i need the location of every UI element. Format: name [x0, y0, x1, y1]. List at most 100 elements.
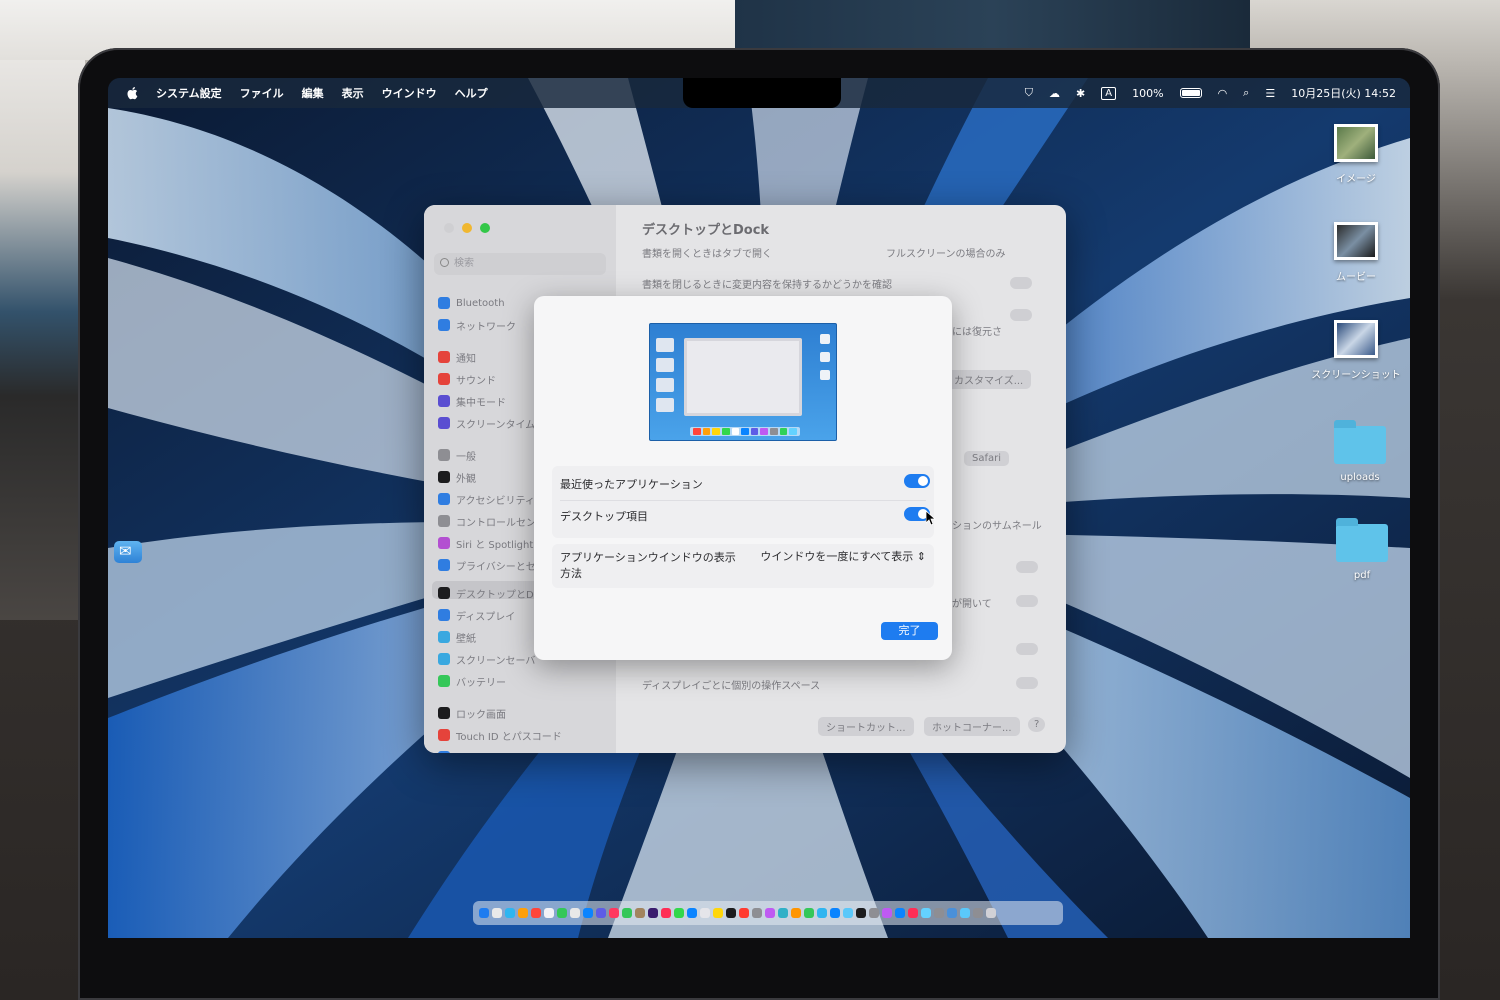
bluetooth-icon[interactable]: ✱ — [1076, 87, 1085, 100]
sidebar-item[interactable]: 壁紙 — [438, 629, 476, 645]
sidebar-item[interactable]: Bluetooth — [438, 295, 505, 311]
recent-apps-toggle[interactable] — [904, 474, 930, 488]
dock-app-icon[interactable] — [804, 908, 814, 918]
sidebar-item[interactable]: 外観 — [438, 469, 476, 485]
sidebar-item[interactable]: スクリーンタイム — [438, 415, 535, 431]
sidebar-item[interactable]: Touch ID とパスコード — [438, 727, 562, 743]
help-button[interactable]: ? — [1028, 717, 1046, 732]
close-button[interactable] — [444, 223, 454, 233]
dock-app-icon[interactable] — [674, 908, 684, 918]
dock-app-icon[interactable] — [609, 908, 619, 918]
default-browser-select[interactable]: Safari — [964, 451, 1010, 466]
dock-app-icon[interactable] — [908, 908, 918, 918]
hot-corners-button[interactable]: ホットコーナー... — [924, 717, 1020, 736]
pane-toggle-1[interactable] — [1016, 561, 1038, 573]
menu-help[interactable]: ヘルプ — [455, 85, 488, 101]
menu-view[interactable]: 表示 — [342, 85, 364, 101]
sidebar-item[interactable]: バッテリー — [438, 673, 506, 689]
done-button[interactable]: 完了 — [881, 622, 938, 640]
control-center-icon[interactable]: ☰ — [1265, 87, 1275, 100]
sidebar-item[interactable]: スクリーンセーバ — [438, 651, 535, 667]
minimize-button[interactable] — [462, 223, 472, 233]
apple-menu-icon[interactable] — [126, 86, 138, 100]
dock-app-icon[interactable] — [713, 908, 723, 918]
dock-app-icon[interactable] — [869, 908, 879, 918]
dock-app-icon[interactable] — [817, 908, 827, 918]
dock-app-icon[interactable] — [986, 908, 996, 918]
mail-icon[interactable] — [114, 541, 142, 563]
input-source-icon[interactable]: A — [1101, 86, 1117, 100]
sidebar-item[interactable]: 集中モード — [438, 393, 506, 409]
dock-app-icon[interactable] — [648, 908, 658, 918]
pane-toggle-2[interactable] — [1016, 595, 1038, 607]
dock-app-icon[interactable] — [934, 908, 944, 918]
dock-app-icon[interactable] — [635, 908, 645, 918]
dock-app-icon[interactable] — [544, 908, 554, 918]
window-display-select[interactable]: ウインドウを一度にすべて表示 ⇕ — [760, 548, 926, 564]
sidebar-search-field[interactable]: 検索 — [434, 253, 606, 275]
dock-app-icon[interactable] — [882, 908, 892, 918]
separate-spaces-toggle[interactable] — [1016, 677, 1038, 689]
dock-app-icon[interactable] — [778, 908, 788, 918]
dock-app-icon[interactable] — [791, 908, 801, 918]
dock-app-icon[interactable] — [700, 908, 710, 918]
desktop-icon-label: スクリーンショット — [1311, 370, 1401, 381]
restore-toggle[interactable] — [1010, 309, 1032, 321]
sidebar-item[interactable]: ユーザとグループ — [438, 749, 535, 753]
menu-window[interactable]: ウインドウ — [382, 85, 437, 101]
dock-app-icon[interactable] — [960, 908, 970, 918]
sidebar-item[interactable]: サウンド — [438, 371, 496, 387]
menu-clock[interactable]: 10月25日(火) 14:52 — [1291, 85, 1396, 101]
wifi-icon[interactable]: ◠ — [1218, 87, 1228, 100]
creative-cloud-icon[interactable]: ☁ — [1049, 87, 1060, 100]
search-icon[interactable]: ⌕ — [1243, 86, 1249, 100]
dock-app-icon[interactable] — [583, 908, 593, 918]
dock-app-icon[interactable] — [726, 908, 736, 918]
desktop-icon-uploads[interactable]: uploads — [1310, 420, 1410, 483]
shield-icon[interactable]: ⛉ — [1025, 86, 1033, 100]
sidebar-item[interactable]: ネットワーク — [438, 317, 516, 333]
desktop-icon-images[interactable]: イメージ — [1306, 124, 1406, 185]
dock-app-icon[interactable] — [479, 908, 489, 918]
dock-app-icon[interactable] — [518, 908, 528, 918]
dock-app-icon[interactable] — [947, 908, 957, 918]
desktop-icon-screenshots[interactable]: スクリーンショット — [1306, 320, 1406, 381]
sidebar-item[interactable]: アクセシビリティ — [438, 491, 535, 507]
dock-app-icon[interactable] — [687, 908, 697, 918]
menu-edit[interactable]: 編集 — [302, 85, 324, 101]
pane-toggle-3[interactable] — [1016, 643, 1038, 655]
dock-app-icon[interactable] — [765, 908, 775, 918]
sidebar-item[interactable]: ロック画面 — [438, 705, 506, 721]
dock-app-icon[interactable] — [921, 908, 931, 918]
dock-app-icon[interactable] — [492, 908, 502, 918]
close-confirm-toggle[interactable] — [1010, 277, 1032, 289]
dock-app-icon[interactable] — [531, 908, 541, 918]
sidebar-item[interactable]: ディスプレイ — [438, 607, 515, 623]
zoom-button[interactable] — [480, 223, 490, 233]
dock-app-icon[interactable] — [596, 908, 606, 918]
customize-button[interactable]: カスタマイズ... — [946, 370, 1032, 389]
sidebar-item[interactable]: 一般 — [438, 447, 476, 463]
menu-app-name[interactable]: システム設定 — [156, 85, 222, 101]
dock-app-icon[interactable] — [661, 908, 671, 918]
desktop-icon-movies[interactable]: ムービー — [1306, 222, 1406, 283]
dock-app-icon[interactable] — [570, 908, 580, 918]
shortcuts-button[interactable]: ショートカット... — [818, 717, 914, 736]
dock-app-icon[interactable] — [752, 908, 762, 918]
dock-app-icon[interactable] — [973, 908, 983, 918]
sidebar-item[interactable]: 通知 — [438, 349, 476, 365]
dock-app-icon[interactable] — [557, 908, 567, 918]
desktop-icon-pdf[interactable]: pdf — [1312, 518, 1410, 581]
search-icon — [440, 258, 449, 267]
pane-row-cut-value[interactable]: フルスクリーンの場合のみ — [886, 245, 1006, 260]
menu-file[interactable]: ファイル — [240, 85, 284, 101]
dock-app-icon[interactable] — [895, 908, 905, 918]
sidebar-item[interactable]: Siri と Spotlight — [438, 535, 533, 551]
dock-app-icon[interactable] — [505, 908, 515, 918]
battery-icon[interactable] — [1179, 88, 1202, 98]
dock-app-icon[interactable] — [843, 908, 853, 918]
dock-app-icon[interactable] — [622, 908, 632, 918]
dock-app-icon[interactable] — [856, 908, 866, 918]
dock-app-icon[interactable] — [830, 908, 840, 918]
dock-app-icon[interactable] — [739, 908, 749, 918]
